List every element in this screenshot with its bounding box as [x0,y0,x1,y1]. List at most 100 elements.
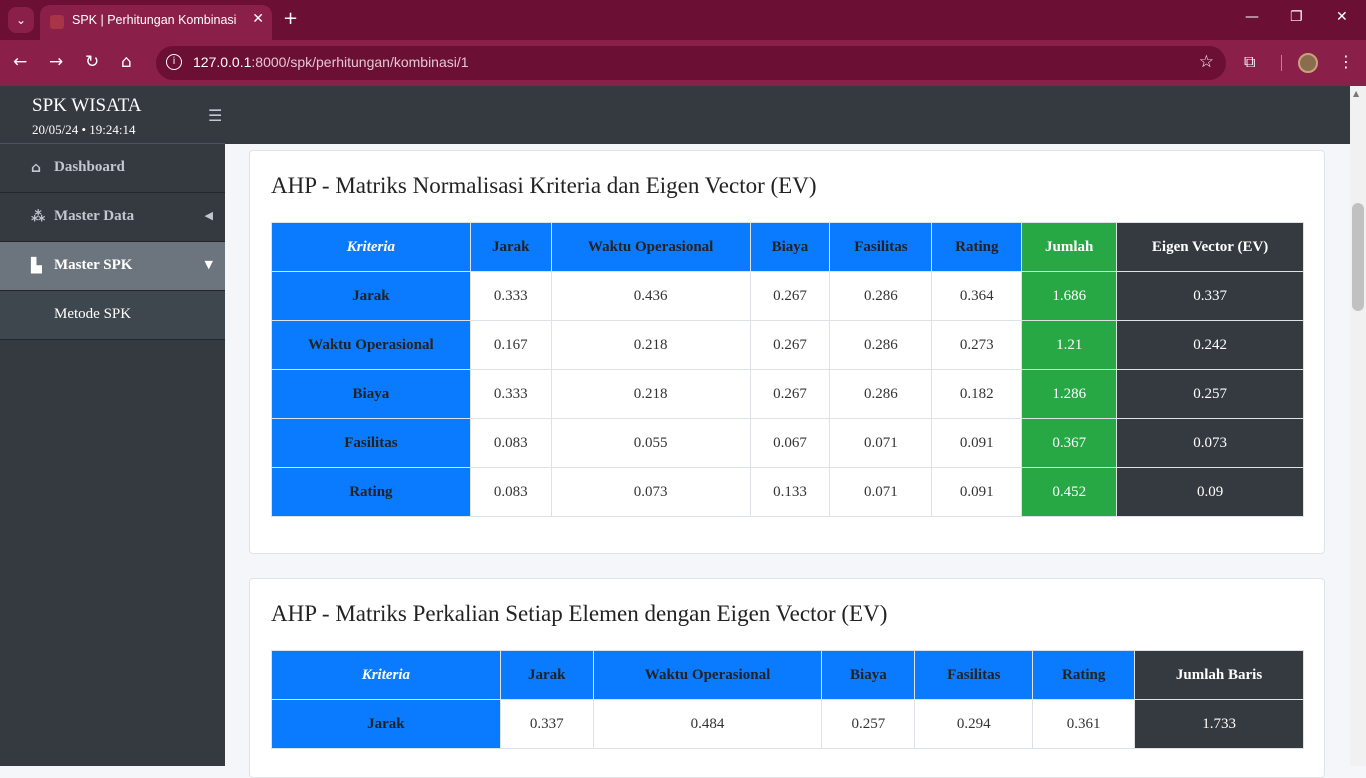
table-cell: 0.294 [914,699,1034,749]
sidebar-item-label: Dashboard [54,159,125,175]
column-header: Biaya [749,222,831,272]
home-icon: ⌂ [31,160,42,176]
card-title: AHP - Matriks Perkalian Setiap Elemen de… [271,601,888,626]
column-header: Kriteria [271,222,471,272]
column-header: Jarak [499,650,594,700]
column-header: Kriteria [271,650,501,700]
table-cell: 0.267 [749,271,831,321]
row-header-cell: Jarak [271,271,471,321]
column-header: Jarak [469,222,552,272]
table-cell: 0.452 [1021,467,1118,517]
favicon-icon [50,15,64,29]
caret-left-icon: ◀ [204,209,213,222]
sidebar-item-label: Master SPK [54,257,133,273]
url-input[interactable]: i 127.0.0.1:8000/spk/perhitungan/kombina… [156,46,1226,80]
hamburger-menu-icon[interactable]: ☰ [208,106,222,125]
table-cell: 0.333 [469,271,552,321]
caret-down-icon: ▼ [204,258,213,271]
table-cell: 1.21 [1021,320,1118,370]
table-cell: 0.257 [1116,369,1304,419]
column-header: Fasilitas [914,650,1034,700]
table-cell: 0.071 [829,467,933,517]
table-header-row: Kriteria Jarak Waktu Operasional Biaya F… [271,650,1304,700]
table-cell: 1.286 [1021,369,1118,419]
multiplication-card: AHP - Matriks Perkalian Setiap Elemen de… [249,578,1325,778]
tab-title: SPK | Perhitungan Kombinasi [72,13,237,27]
column-header: Waktu Operasional [592,650,823,700]
brand-title: SPK WISATA [32,95,142,116]
new-tab-icon[interactable]: + [283,8,298,29]
brand-datetime: 20/05/24 • 19:24:14 [32,122,136,137]
scrollbar-thumb[interactable] [1352,203,1364,311]
table-cell: 0.273 [931,320,1023,370]
address-bar: ← → ↻ ⌂ i 127.0.0.1:8000/spk/perhitungan… [0,40,1366,86]
row-header-cell: Rating [271,467,471,517]
table-cell: 0.267 [749,369,831,419]
tab-close-icon[interactable]: ✕ [252,11,264,27]
column-header: Waktu Operasional [550,222,751,272]
scrollbar[interactable] [1350,86,1366,766]
sidebar-menu: ⌂ Dashboard ⁂ Master Data ◀ ▙ Master SPK… [0,144,225,340]
table-cell: 0.218 [550,320,751,370]
brand: SPK WISATA 20/05/24 • 19:24:14 ☰ [0,86,225,144]
normalization-table: Kriteria Jarak Waktu Operasional Biaya F… [271,222,1304,517]
url-path: :8000/spk/perhitungan/kombinasi/1 [251,54,469,70]
table-cell: 0.333 [469,369,552,419]
sidebar-item-master-spk[interactable]: ▙ Master SPK ▼ [0,242,225,291]
table-cell: 0.218 [550,369,751,419]
row-header-cell: Fasilitas [271,418,471,468]
row-header-cell: Waktu Operasional [271,320,471,370]
normalization-card: AHP - Matriks Normalisasi Kriteria dan E… [249,150,1325,554]
restore-icon[interactable]: ❐ [1290,9,1303,25]
browser-tab-bar: ⌄ SPK | Perhitungan Kombinasi ✕ + — ❐ ✕ [0,0,1366,40]
table-cell: 0.055 [550,418,751,468]
table-cell: 0.436 [550,271,751,321]
profile-avatar[interactable] [1298,53,1318,73]
table-cell: 0.242 [1116,320,1304,370]
top-navbar [225,86,1350,144]
minimize-icon[interactable]: — [1245,9,1259,25]
table-cell: 0.091 [931,467,1023,517]
toolbar-divider [1281,55,1282,71]
sidebar-item-dashboard[interactable]: ⌂ Dashboard [0,144,225,193]
back-icon[interactable]: ← [13,52,27,72]
column-header: Eigen Vector (EV) [1116,222,1304,272]
table-cell: 0.367 [1021,418,1118,468]
close-window-icon[interactable]: ✕ [1336,9,1348,25]
tab-search-icon[interactable]: ⌄ [8,7,34,33]
forward-icon[interactable]: → [49,52,63,72]
table-row: Waktu Operasional 0.167 0.218 0.267 0.286 0.2… [271,320,1304,370]
table-cell: 0.267 [749,320,831,370]
cubes-icon: ⁂ [31,209,46,225]
table-cell: 0.133 [749,467,831,517]
browser-tab[interactable]: SPK | Perhitungan Kombinasi ✕ [40,5,272,40]
site-info-icon[interactable]: i [166,54,182,70]
table-cell: 1.686 [1021,271,1118,321]
sidebar-item-metode-spk[interactable]: Metode SPK [0,291,225,340]
table-cell: 0.167 [469,320,552,370]
table-row: Fasilitas 0.083 0.055 0.067 0.071 0.091 0.367 0… [271,418,1304,468]
table-cell: 0.073 [1116,418,1304,468]
chart-icon: ▙ [31,258,42,274]
browser-menu-icon[interactable]: ⋮ [1338,52,1354,71]
sidebar: SPK WISATA 20/05/24 • 19:24:14 ☰ ⌂ Dashb… [0,86,225,766]
table-cell: 0.484 [592,699,823,749]
sidebar-item-master-data[interactable]: ⁂ Master Data ◀ [0,193,225,242]
column-header: Jumlah [1021,222,1118,272]
table-row: Jarak 0.333 0.436 0.267 0.286 0.364 1.686 0.337 [271,271,1304,321]
table-cell: 0.09 [1116,467,1304,517]
table-header-row: Kriteria Jarak Waktu Operasional Biaya F… [271,222,1304,272]
reload-icon[interactable]: ↻ [85,52,99,72]
home-icon[interactable]: ⌂ [121,52,132,72]
column-header: Jumlah Baris [1134,650,1304,700]
table-cell: 1.733 [1134,699,1304,749]
bookmark-star-icon[interactable]: ☆ [1199,52,1214,72]
column-header: Rating [1032,650,1136,700]
extensions-icon[interactable]: ⧉ [1244,52,1255,72]
scroll-up-icon[interactable]: ▲ [1353,89,1359,98]
url-host: 127.0.0.1 [193,54,252,70]
table-cell: 0.286 [829,369,933,419]
table-cell: 0.073 [550,467,751,517]
column-header: Fasilitas [829,222,933,272]
column-header: Biaya [821,650,916,700]
